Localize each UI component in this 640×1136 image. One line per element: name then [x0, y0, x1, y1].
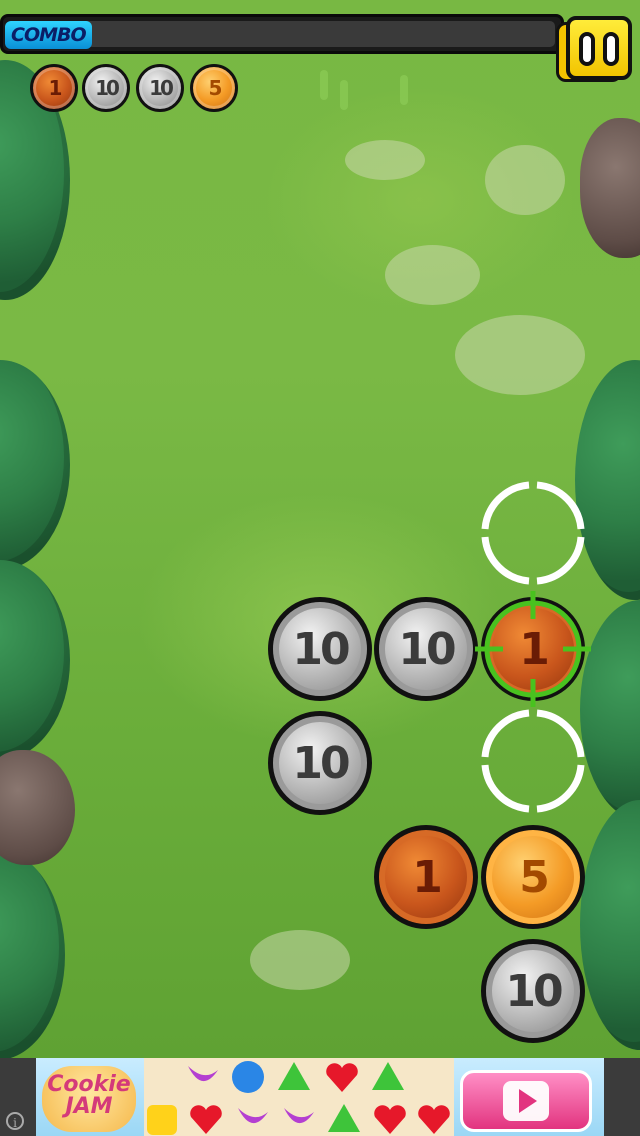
stone-decoration: [345, 140, 425, 180]
combo-meter: COMBO: [0, 14, 564, 54]
play-icon: [503, 1081, 549, 1121]
ad-brand-line2: JAM: [65, 1094, 113, 1119]
board-coin[interactable]: 5: [481, 825, 585, 929]
combo-label: COMBO: [5, 21, 92, 49]
drop-target-ring[interactable]: [481, 709, 585, 813]
info-icon[interactable]: i: [6, 1112, 24, 1130]
candy-red-heart-icon: [374, 1105, 406, 1134]
queue-coin: 10: [136, 64, 184, 112]
stone-decoration: [485, 145, 565, 215]
queue-coin: 10: [82, 64, 130, 112]
candy-purple-icon: [238, 1108, 268, 1124]
candy-green-icon: [372, 1062, 404, 1090]
board-coin[interactable]: 10: [268, 597, 372, 701]
queue-coin: 5: [190, 64, 238, 112]
candy-yellow-icon: [147, 1105, 177, 1135]
pause-icon: [566, 16, 632, 80]
candy-purple-icon: [188, 1066, 218, 1082]
selection-crosshair-icon: [475, 591, 591, 707]
board-coin[interactable]: 10: [268, 711, 372, 815]
tree-decoration: [0, 560, 70, 760]
pause-button[interactable]: [556, 16, 634, 84]
board-coin[interactable]: 10: [374, 597, 478, 701]
ad-banner[interactable]: Cookie JAM: [0, 1058, 640, 1136]
grass-decoration: [400, 75, 408, 105]
board-coin[interactable]: 1: [374, 825, 478, 929]
rock-decoration: [0, 750, 75, 865]
stone-decoration: [250, 930, 350, 990]
candy-red-heart-icon: [418, 1105, 450, 1134]
candy-green-icon: [278, 1062, 310, 1090]
ad-brand-logo: Cookie JAM: [42, 1066, 136, 1132]
grass-decoration: [320, 70, 328, 100]
combo-meter-fill: [81, 21, 555, 47]
queue-coin: 1: [30, 64, 78, 112]
ad-play-button[interactable]: [460, 1070, 592, 1132]
ad-brand-line1: Cookie: [47, 1072, 131, 1097]
candy-blue-icon: [232, 1061, 264, 1093]
tree-decoration: [580, 800, 640, 1050]
candy-red-heart-icon: [190, 1105, 222, 1134]
stone-decoration: [385, 245, 480, 305]
tree-decoration: [0, 360, 70, 570]
board-coin[interactable]: 10: [481, 939, 585, 1043]
candy-red-heart-icon: [326, 1063, 358, 1092]
drop-target-ring[interactable]: [481, 481, 585, 585]
ad-creative[interactable]: Cookie JAM: [36, 1058, 604, 1136]
grass-decoration: [340, 80, 348, 110]
candy-purple-icon: [284, 1108, 314, 1124]
stone-decoration: [455, 315, 585, 395]
tree-decoration: [0, 850, 65, 1058]
ad-candy-board: [144, 1058, 454, 1136]
candy-green-icon: [328, 1104, 360, 1132]
rock-decoration: [580, 118, 640, 258]
